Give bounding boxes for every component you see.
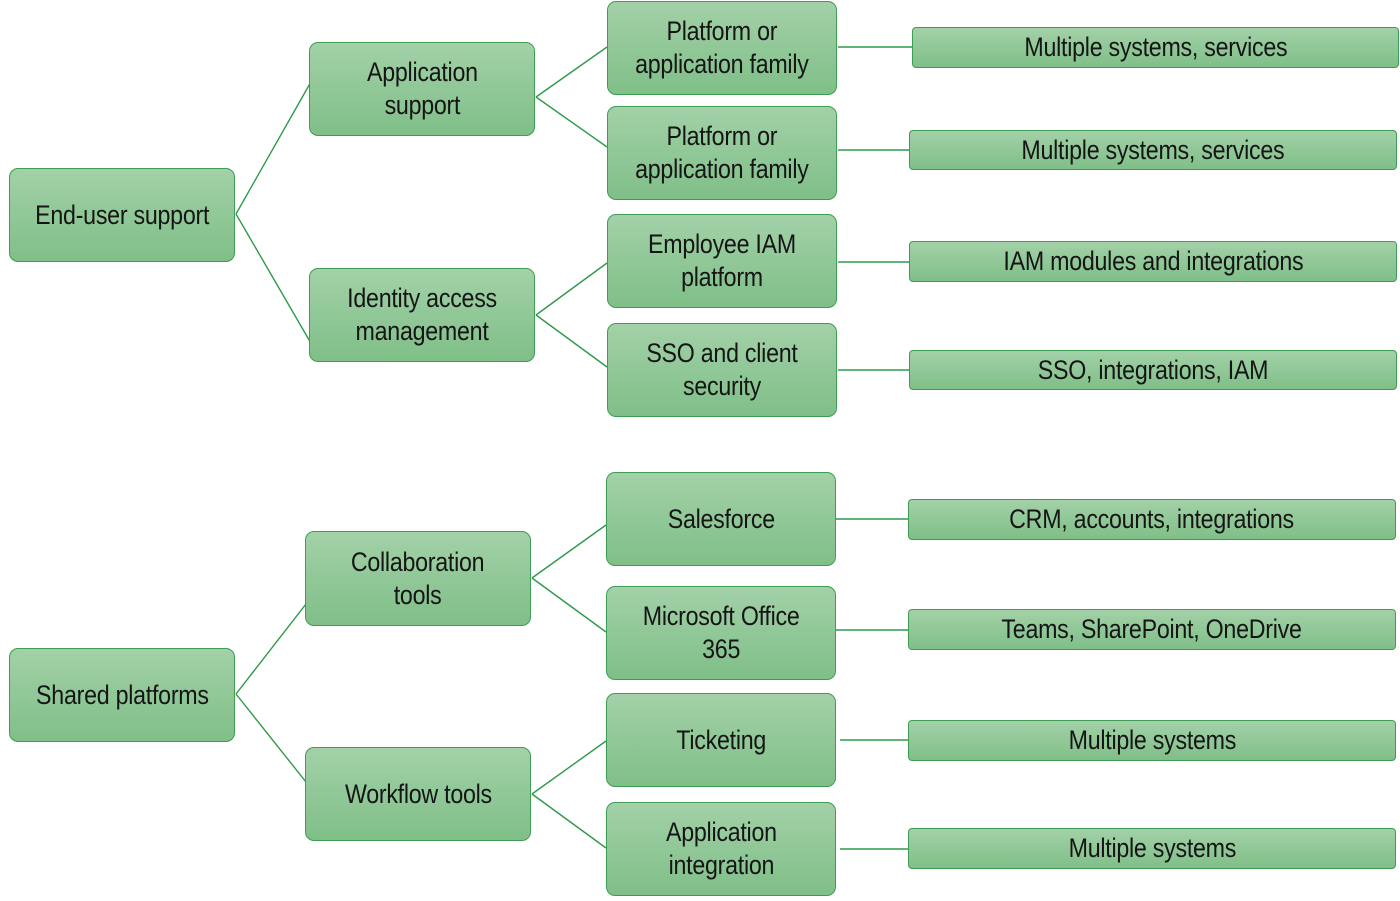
branch-node-application-support: Application support xyxy=(309,42,535,136)
node-label: Application integration xyxy=(665,817,777,880)
connector xyxy=(535,262,608,316)
node-label: End-user support xyxy=(34,199,209,230)
node-label: Multiple systems, services xyxy=(1024,32,1287,62)
connector xyxy=(535,96,608,148)
sub-node-salesforce: Salesforce xyxy=(606,472,836,566)
branch-node-identity-access-management: Identity access management xyxy=(309,268,535,362)
leaf-node-multiple-systems-2: Multiple systems xyxy=(908,828,1396,869)
sub-node-microsoft-office-365: Microsoft Office 365 xyxy=(606,586,836,680)
node-label: Shared platforms xyxy=(35,679,209,710)
node-label: Platform or application family xyxy=(635,16,809,79)
node-label: Multiple systems, services xyxy=(1021,134,1285,165)
node-label: Teams, SharePoint, OneDrive xyxy=(1001,614,1303,644)
node-label: CRM, accounts, integrations xyxy=(1009,504,1295,534)
node-label: Ticketing xyxy=(676,724,766,755)
connector xyxy=(531,740,607,795)
node-label: IAM modules and integrations xyxy=(1003,246,1303,276)
connector xyxy=(535,314,608,368)
connector xyxy=(531,524,607,579)
node-label: Multiple systems xyxy=(1068,833,1236,863)
root-node-end-user-support: End-user support xyxy=(9,168,235,262)
sub-node-platform-family-2: Platform or application family xyxy=(607,106,837,200)
root-node-shared-platforms: Shared platforms xyxy=(9,648,235,742)
node-label: Workflow tools xyxy=(344,778,492,809)
branch-node-collaboration-tools: Collaboration tools xyxy=(305,531,531,626)
node-label: Microsoft Office 365 xyxy=(642,601,800,664)
leaf-node-sso-integrations-iam: SSO, integrations, IAM xyxy=(909,350,1397,390)
leaf-node-multiple-systems-1: Multiple systems xyxy=(908,720,1396,761)
sub-node-platform-family-1: Platform or application family xyxy=(607,1,837,95)
leaf-node-iam-modules-integrations: IAM modules and integrations xyxy=(909,241,1397,282)
node-label: SSO, integrations, IAM xyxy=(1037,354,1269,385)
sub-node-employee-iam-platform: Employee IAM platform xyxy=(607,214,837,308)
connector xyxy=(235,603,307,695)
node-label: Employee IAM platform xyxy=(648,229,796,292)
node-label: Platform or application family xyxy=(635,121,809,184)
branch-node-workflow-tools: Workflow tools xyxy=(305,747,531,841)
leaf-node-teams-sharepoint-onedrive: Teams, SharePoint, OneDrive xyxy=(908,609,1396,650)
connector xyxy=(235,213,313,346)
node-label: Salesforce xyxy=(667,503,775,534)
leaf-node-crm-accounts-integrations: CRM, accounts, integrations xyxy=(908,499,1396,540)
connector xyxy=(531,793,607,849)
connector xyxy=(235,79,313,215)
sub-node-application-integration: Application integration xyxy=(606,802,836,896)
sub-node-sso-client-security: SSO and client security xyxy=(607,323,837,417)
connector xyxy=(235,693,307,783)
node-label: Collaboration tools xyxy=(351,546,485,610)
node-label: Identity access management xyxy=(347,283,497,346)
sub-node-ticketing: Ticketing xyxy=(606,693,836,787)
connector xyxy=(535,46,608,98)
leaf-node-multiple-systems-services-2: Multiple systems, services xyxy=(909,130,1397,170)
node-label: Multiple systems xyxy=(1068,725,1236,755)
connector xyxy=(531,577,607,633)
leaf-node-multiple-systems-services-1: Multiple systems, services xyxy=(912,27,1399,68)
node-label: Application support xyxy=(366,57,478,120)
node-label: SSO and client security xyxy=(646,338,798,401)
